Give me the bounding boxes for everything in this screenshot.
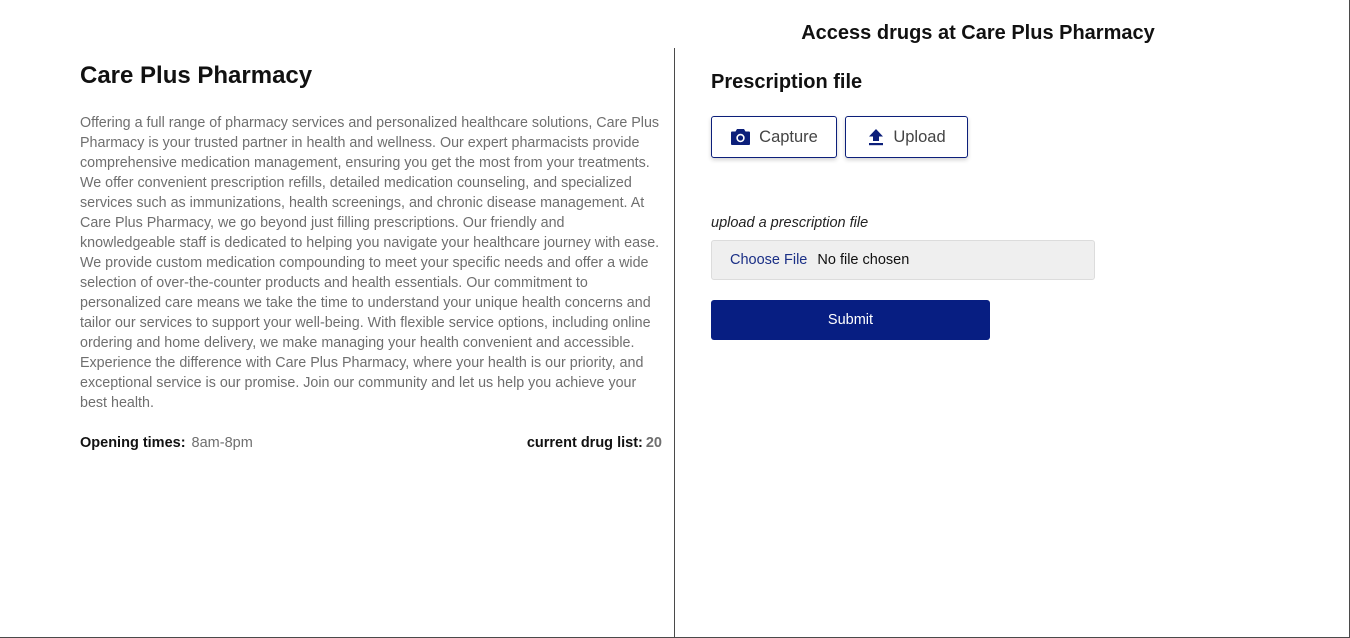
upload-button[interactable]: Upload (845, 116, 968, 158)
prescription-panel: Prescription file Capture Upload upload … (711, 68, 1311, 340)
file-status: No file chosen (817, 252, 910, 268)
capture-label: Capture (759, 127, 818, 146)
upload-icon (867, 128, 885, 146)
opening-times-label: Opening times: (80, 435, 186, 451)
pharmacy-info-row: Opening times: 8am-8pm current drug list:… (80, 433, 662, 453)
file-upload-label: upload a prescription file (711, 215, 869, 231)
pharmacy-name: Care Plus Pharmacy (80, 62, 313, 89)
submit-button[interactable]: Submit (711, 300, 990, 340)
pharmacy-info-panel: Care Plus Pharmacy Offering a full range… (80, 60, 662, 453)
capture-button[interactable]: Capture (711, 116, 837, 158)
page-title: Access drugs at Care Plus Pharmacy (801, 22, 1155, 44)
prescription-title: Prescription file (711, 71, 863, 93)
pharmacy-description: Offering a full range of pharmacy servic… (80, 115, 660, 411)
page: Access drugs at Care Plus Pharmacy Care … (0, 0, 1350, 638)
panel-divider (674, 48, 675, 638)
upload-label: Upload (893, 127, 946, 146)
opening-times-value: 8am-8pm (191, 435, 253, 451)
prescription-file-input[interactable]: Choose File No file chosen (711, 240, 1095, 280)
camera-icon (730, 128, 751, 146)
drug-list: current drug list: 20 (527, 433, 662, 453)
choose-file-button[interactable]: Choose File (730, 252, 807, 268)
prescription-actions: Capture Upload (711, 116, 1311, 158)
drug-list-count: 20 (645, 435, 662, 451)
opening-times: Opening times: 8am-8pm (80, 433, 253, 453)
drug-list-label: current drug list: (526, 435, 643, 451)
